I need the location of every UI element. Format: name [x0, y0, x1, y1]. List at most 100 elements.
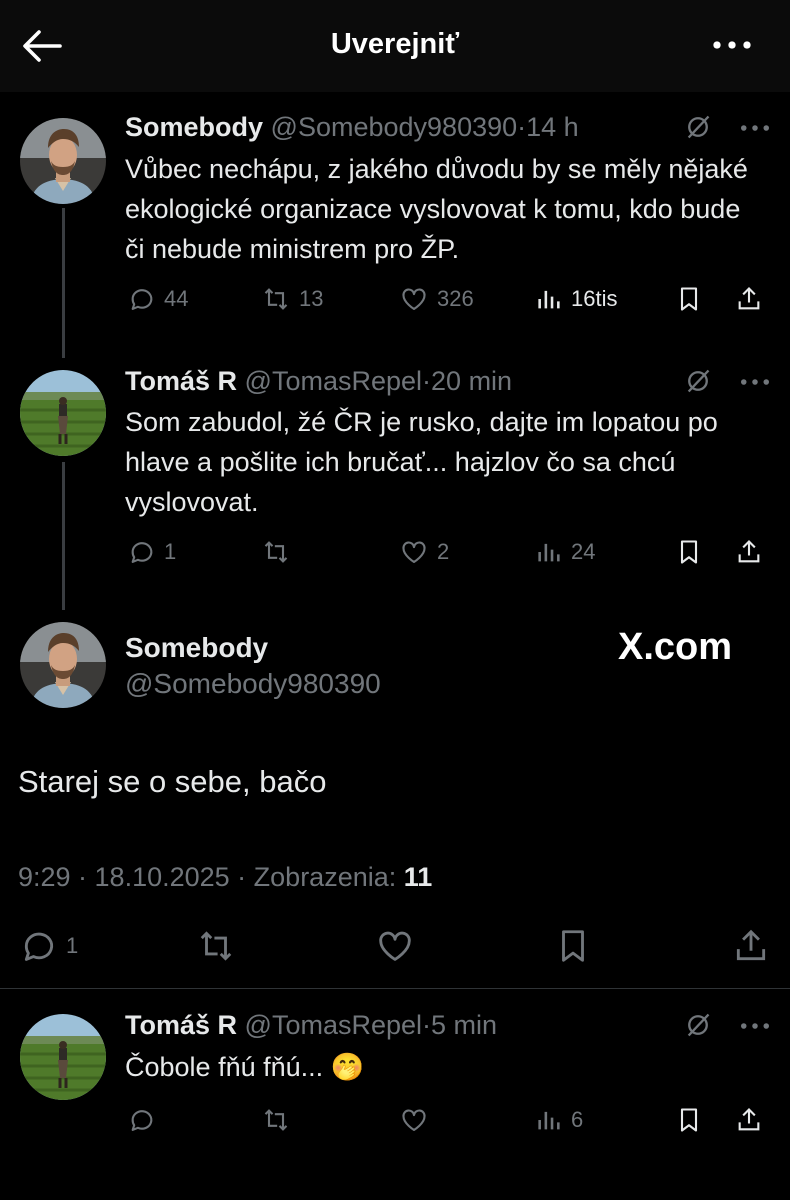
- repost-icon: [261, 538, 291, 566]
- avatar[interactable]: [20, 370, 106, 456]
- separator-dot: ·: [517, 112, 527, 142]
- tweet-text: Som zabudol, žé ČR je rusko, dajte im lo…: [125, 407, 718, 517]
- views-icon: [535, 538, 563, 566]
- tweet-top-icons: [684, 114, 770, 144]
- like-count: 326: [437, 286, 474, 311]
- top-bar: Uverejniť: [0, 0, 790, 92]
- share-button[interactable]: [735, 1102, 763, 1138]
- author-handle[interactable]: @Somebody980390: [271, 112, 518, 142]
- bookmark-button[interactable]: [675, 281, 703, 317]
- bookmark-button[interactable]: [554, 926, 592, 966]
- repost-button[interactable]: [261, 1102, 291, 1138]
- share-icon: [735, 1106, 763, 1134]
- timestamp[interactable]: 20 min: [431, 366, 512, 396]
- reply-icon: [128, 1106, 156, 1134]
- share-button[interactable]: [735, 534, 763, 570]
- like-icon: [399, 538, 429, 566]
- views-button[interactable]: 16tis: [535, 281, 617, 317]
- like-button[interactable]: [399, 1102, 429, 1138]
- avatar[interactable]: [20, 118, 106, 204]
- reply-icon: [20, 927, 58, 965]
- author-name[interactable]: Tomáš R: [125, 366, 237, 396]
- tweet-meta: 9:29 · 18.10.2025 · Zobrazenia: 11: [18, 862, 432, 893]
- like-icon: [399, 285, 429, 313]
- author-name[interactable]: Somebody: [125, 632, 268, 664]
- repost-icon: [261, 1106, 291, 1134]
- tweet-actions: 44 13 326 16tis: [125, 281, 770, 317]
- reply-count: 44: [164, 286, 189, 311]
- repost-button[interactable]: [261, 534, 299, 570]
- grok-icon[interactable]: [684, 367, 712, 400]
- thread-line: [62, 208, 65, 358]
- bookmark-button[interactable]: [675, 534, 703, 570]
- avatar[interactable]: [20, 622, 106, 708]
- bookmark-button[interactable]: [675, 1102, 703, 1138]
- repost-icon: [196, 927, 236, 965]
- tweet-top-icons: [684, 1012, 770, 1042]
- views-count: 24: [571, 539, 596, 564]
- author-handle[interactable]: @TomasRepel: [245, 366, 422, 396]
- tweet-text: Čobole fňú fňú... 🤭: [125, 1052, 365, 1082]
- bookmark-icon: [675, 285, 703, 313]
- more-dots-icon[interactable]: [712, 30, 756, 60]
- views-icon: [535, 285, 563, 313]
- share-icon: [735, 285, 763, 313]
- repost-button[interactable]: [196, 926, 236, 966]
- timestamp[interactable]: 14 h: [526, 112, 579, 142]
- tweet-text: Starej se o sebe, bačo: [18, 764, 327, 799]
- bookmark-icon: [675, 538, 703, 566]
- timestamp-date[interactable]: 9:29 · 18.10.2025 · Zobrazenia:: [18, 862, 404, 892]
- repost-button[interactable]: 13: [261, 281, 323, 317]
- more-dots-icon[interactable]: [740, 1018, 770, 1036]
- share-icon: [735, 538, 763, 566]
- grok-icon[interactable]: [684, 113, 712, 146]
- like-button[interactable]: [375, 926, 415, 966]
- share-icon: [732, 927, 770, 965]
- avatar[interactable]: [20, 1014, 106, 1100]
- views-button[interactable]: 24: [535, 534, 595, 570]
- reply-count: 1: [66, 933, 79, 958]
- tweet-header: Somebody @Somebody980390·14 h: [125, 112, 579, 143]
- reply-icon: [128, 285, 156, 313]
- tweet-actions: 1: [18, 924, 773, 968]
- share-button[interactable]: [735, 281, 763, 317]
- like-button[interactable]: 2: [399, 534, 449, 570]
- author-name[interactable]: Tomáš R: [125, 1010, 237, 1040]
- grok-icon[interactable]: [684, 1011, 712, 1044]
- reply-icon: [128, 538, 156, 566]
- repost-count: 13: [299, 286, 324, 311]
- views-count: 6: [571, 1107, 584, 1132]
- views-count: 16tis: [571, 286, 618, 311]
- tweet-actions: 1 2 24: [125, 534, 770, 570]
- tweet-top-icons: [684, 368, 770, 398]
- page-title: Uverejniť: [330, 28, 460, 60]
- separator-dot: ·: [422, 366, 432, 396]
- thread-line: [62, 462, 65, 610]
- author-name[interactable]: Somebody: [125, 112, 263, 142]
- repost-icon: [261, 285, 291, 313]
- timestamp[interactable]: 5 min: [431, 1010, 497, 1040]
- views-count: 11: [403, 862, 433, 892]
- like-button[interactable]: 326: [399, 281, 474, 317]
- reply-count: 1: [164, 539, 177, 564]
- divider: [0, 988, 790, 989]
- tweet-header: Tomáš R @TomasRepel·20 min: [125, 366, 512, 397]
- author-handle[interactable]: @TomasRepel: [245, 1010, 422, 1040]
- reply-button[interactable]: 1: [20, 926, 78, 966]
- separator-dot: ·: [422, 1010, 432, 1040]
- reply-button[interactable]: 1: [128, 534, 176, 570]
- more-dots-icon[interactable]: [740, 120, 770, 138]
- reply-button[interactable]: 44: [128, 281, 188, 317]
- author-handle[interactable]: @Somebody980390: [125, 668, 381, 700]
- like-icon: [375, 927, 415, 965]
- views-button[interactable]: 6: [535, 1102, 583, 1138]
- watermark-logo: X.com: [618, 626, 733, 668]
- like-icon: [399, 1106, 429, 1134]
- reply-button[interactable]: [128, 1102, 156, 1138]
- tweet-header: Tomáš R @TomasRepel·5 min: [125, 1010, 497, 1041]
- bookmark-icon: [675, 1106, 703, 1134]
- share-button[interactable]: [732, 926, 770, 966]
- more-dots-icon[interactable]: [740, 374, 770, 392]
- views-icon: [535, 1106, 563, 1134]
- bookmark-icon: [554, 927, 592, 965]
